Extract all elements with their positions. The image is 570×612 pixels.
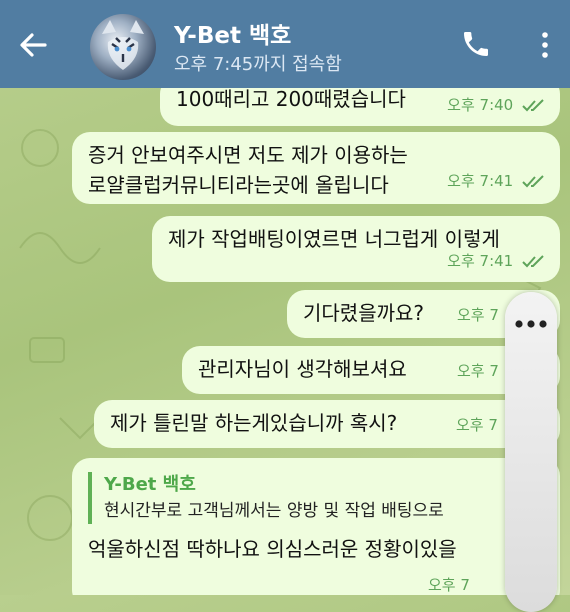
reply-sender-name: Y-Bet 백호 [104,474,196,495]
chat-title[interactable]: Y-Bet 백호 [174,16,291,50]
chat-header: Y-Bet 백호 오후 7:45까지 접속함 [0,0,570,88]
double-check-icon [522,254,544,267]
message-time: 오후 7 [456,416,498,434]
avatar[interactable] [90,14,156,80]
message-bubble[interactable]: 100때리고 200때렸습니다 오후 7:40 [160,88,560,126]
message-text: 제가 틀린말 하는게있습니까 혹시? [110,411,398,435]
message-time: 오후 7 [428,576,470,594]
double-check-icon [522,98,544,111]
reply-snippet: 현시간부로 고객님께서는 양방 및 작업 배팅으로 [104,501,444,521]
reply-quote[interactable]: Y-Bet 백호 현시간부로 고객님께서는 양방 및 작업 배팅으로 [88,472,546,524]
floating-side-panel[interactable] [505,292,557,612]
message-time: 오후 7:41 [447,172,514,190]
ellipsis-icon[interactable] [505,304,557,344]
message-bubble[interactable]: 증거 안보여주시면 저도 제가 이용하는 로얄클럽커뮤니티라는곳에 올립니다 오… [72,132,560,204]
message-time: 오후 7:41 [447,252,514,270]
double-check-icon [522,174,544,187]
message-text: 100때리고 200때렸습니다 [176,88,406,111]
message-text: 관리자님이 생각해보셔요 [198,357,407,381]
message-bubble[interactable]: 제가 틀린말 하는게있습니까 혹시? 오후 7 [94,400,560,448]
message-bubble[interactable]: Y-Bet 백호 현시간부로 고객님께서는 양방 및 작업 배팅으로 억울하신점… [72,458,560,595]
message-time: 오후 7 [457,362,499,380]
message-list[interactable]: 100때리고 200때렸습니다 오후 7:40 증거 안보여주시면 저도 제가 … [0,88,570,595]
message-bubble[interactable]: 관리자님이 생각해보셔요 오후 7 [182,346,560,394]
more-vertical-icon[interactable] [540,30,550,60]
message-text: 기다렸을까요? [303,301,425,325]
message-time: 오후 7:40 [447,96,514,114]
last-seen-status: 오후 7:45까지 접속함 [174,54,342,75]
message-time: 오후 7 [457,306,499,324]
message-text: 억울하신점 딱하나요 의심스러운 정황이있을 [88,537,457,561]
phone-icon[interactable] [460,28,492,60]
back-arrow-icon[interactable] [16,28,50,62]
message-bubble[interactable]: 제가 작업배팅이였르면 너그럽게 이렇게 오후 7:41 [152,216,560,282]
